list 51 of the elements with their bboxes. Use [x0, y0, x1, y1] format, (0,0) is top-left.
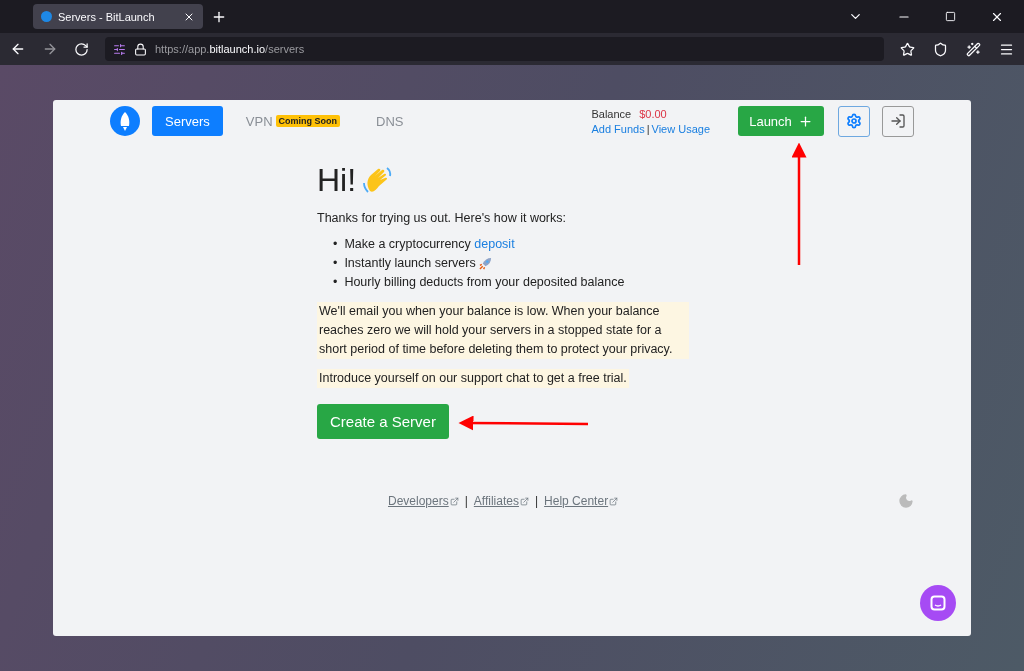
favicon-icon [41, 11, 52, 22]
info-note: Introduce yourself on our support chat to get a free trial. [317, 369, 629, 388]
balance-label: Balance [591, 107, 632, 120]
coming-soon-badge: Coming Soon [275, 115, 341, 127]
nav-tab[interactable]: Servers [152, 106, 223, 136]
nav-tab[interactable]: VPN Coming Soon [232, 106, 354, 136]
lock-icon [134, 42, 147, 56]
nav-tab[interactable]: DNS [363, 106, 417, 136]
rocket-logo-icon[interactable] [110, 106, 140, 136]
add-funds-link[interactable]: Add Funds [591, 122, 645, 135]
step-text: Instantly launch servers [344, 255, 476, 272]
create-server-button[interactable]: Create a Server [317, 404, 449, 439]
view-usage-link[interactable]: View Usage [651, 122, 710, 135]
separator: | [646, 122, 650, 135]
bullet: • [333, 274, 338, 291]
footer-link[interactable]: Help Center [544, 494, 619, 508]
rocket-icon [478, 257, 492, 270]
separator: | [464, 494, 468, 508]
chat-icon [930, 595, 946, 611]
separator: | [534, 494, 539, 508]
forward-icon[interactable] [42, 41, 58, 57]
external-link-icon [449, 496, 459, 506]
wand-icon[interactable] [966, 41, 981, 57]
star-icon[interactable] [900, 41, 915, 57]
footer-link[interactable]: Developers [388, 494, 459, 508]
step-text: Hourly billing deducts from your deposited balance [344, 274, 625, 291]
step-text: Make a cryptocurrency deposit [344, 236, 515, 253]
shield-icon[interactable] [933, 41, 948, 57]
logout-button[interactable] [882, 105, 914, 137]
menu-icon[interactable] [999, 41, 1014, 57]
settings-button[interactable] [838, 105, 870, 137]
browser-tab[interactable]: Servers - BitLaunch [33, 4, 203, 29]
deposit-link[interactable]: deposit [474, 237, 515, 251]
address-bar[interactable]: https://app.bitlaunch.io/servers [105, 37, 884, 61]
external-link-icon [609, 496, 619, 506]
bullet: • [333, 255, 338, 272]
sign-in-arrow-icon [890, 113, 906, 129]
balance-value: $0.00 [639, 107, 667, 120]
bullet: • [333, 236, 338, 253]
permissions-icon[interactable] [113, 42, 126, 56]
greeting-heading: Hi! [317, 162, 357, 199]
maximize-icon[interactable] [945, 11, 956, 22]
plus-icon [797, 113, 813, 129]
footer-link[interactable]: Affiliates [473, 494, 529, 508]
info-note: We'll email you when your balance is low. When your balance reaches zero we will hold your servers in a stopped state for a short period of time before deleting them to protect your privacy. [317, 302, 689, 359]
launch-button[interactable]: Launch [738, 106, 824, 136]
settings-icon [846, 113, 862, 129]
intro-text: Thanks for trying us out. Here's how it works: [317, 211, 567, 225]
reload-icon[interactable] [74, 41, 89, 57]
external-link-icon [519, 496, 529, 506]
back-icon[interactable] [10, 41, 26, 57]
